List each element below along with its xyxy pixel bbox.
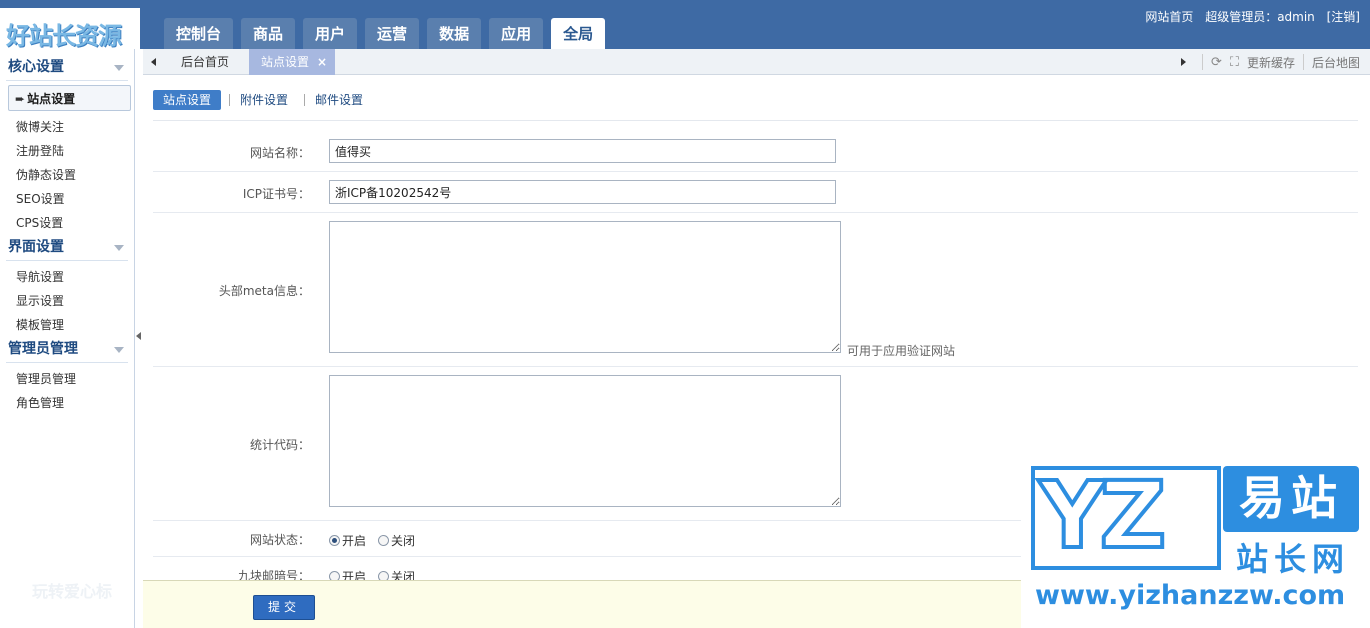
meta-label: 头部meta信息： bbox=[218, 284, 310, 298]
site-name-label: 网站名称： bbox=[249, 146, 310, 160]
stats-textarea[interactable] bbox=[329, 375, 841, 507]
watermark-yi-badge: 易站 bbox=[1223, 466, 1359, 532]
sidebar-item-rewrite[interactable]: 伪静态设置 bbox=[0, 163, 134, 187]
sidebar-group-core[interactable]: 核心设置 bbox=[6, 55, 128, 81]
page-tab-label: 站点设置 bbox=[261, 55, 310, 69]
subtab-mail[interactable]: 邮件设置 bbox=[307, 90, 371, 110]
sidebar-item-label: 站点设置 bbox=[27, 92, 76, 106]
status-label: 网站状态： bbox=[249, 533, 310, 547]
chevron-down-icon bbox=[114, 65, 124, 71]
icp-input[interactable] bbox=[329, 180, 836, 204]
sidebar-collapse-handle[interactable] bbox=[135, 330, 143, 344]
radio-unchecked[interactable] bbox=[378, 535, 390, 546]
top-nav: 控制台 商品 用户 运营 数据 应用 全局 bbox=[164, 18, 613, 49]
sidebar-item-display[interactable]: 显示设置 bbox=[0, 289, 134, 313]
form-row-icp: ICP证书号： bbox=[153, 172, 1358, 213]
meta-hint: 可用于应用验证网站 bbox=[847, 344, 956, 358]
topnav-tab-apps[interactable]: 应用 bbox=[489, 18, 544, 49]
radio-checked[interactable] bbox=[329, 535, 340, 546]
refresh-icon[interactable]: ⟳ bbox=[1211, 55, 1222, 70]
sidebar-group-title: 管理员管理 bbox=[8, 341, 78, 357]
watermark-zzw-text: 站长网 bbox=[1235, 540, 1350, 578]
sidebar-item-templates[interactable]: 模板管理 bbox=[0, 313, 134, 337]
sidebar-item-site-settings[interactable]: ➨ 站点设置 bbox=[8, 85, 131, 111]
top-header: 好站长资源 控制台 商品 用户 运营 数据 应用 全局 网站首页 超级管理员：a… bbox=[0, 0, 1370, 50]
settings-subtabs: 站点设置 附件设置 邮件设置 bbox=[153, 90, 371, 110]
logo-text: 好站长资源 bbox=[6, 21, 122, 50]
meta-textarea[interactable] bbox=[329, 221, 841, 353]
faint-watermark-text: 玩转爱心标 bbox=[32, 582, 113, 601]
status-on-option[interactable]: 开启 bbox=[329, 532, 366, 549]
arrow-right-icon: ➨ bbox=[15, 92, 26, 106]
sidebar-item-admin-manage[interactable]: 管理员管理 bbox=[0, 367, 134, 391]
divider bbox=[304, 94, 306, 106]
submit-button[interactable]: 提交 bbox=[253, 595, 315, 620]
watermark-yz-text: YZ bbox=[1037, 462, 1168, 569]
sidebar-group-title: 界面设置 bbox=[8, 239, 64, 255]
status-off-option[interactable]: 关闭 bbox=[378, 532, 415, 549]
scroll-right-icon[interactable] bbox=[1180, 58, 1186, 66]
watermark-logo: YZ 易站 站长网 www.yizhanzzw.com bbox=[1021, 462, 1370, 628]
fullscreen-icon[interactable]: ⛶ bbox=[1230, 55, 1239, 70]
chevron-down-icon bbox=[114, 245, 124, 251]
site-home-link[interactable]: 网站首页 bbox=[1145, 10, 1193, 24]
top-right-links: 网站首页 超级管理员：admin [注销] bbox=[1137, 8, 1360, 25]
sidebar-item-roles[interactable]: 角色管理 bbox=[0, 391, 134, 415]
form-row-site-name: 网站名称： bbox=[153, 131, 1358, 172]
divider bbox=[1201, 54, 1203, 70]
topnav-tab-console[interactable]: 控制台 bbox=[164, 18, 234, 49]
subtab-site[interactable]: 站点设置 bbox=[153, 90, 222, 110]
stats-label: 统计代码： bbox=[249, 438, 310, 452]
radio-label: 关闭 bbox=[391, 534, 416, 548]
sidebar: 核心设置 ➨ 站点设置 微博关注 注册登陆 伪静态设置 SEO设置 CPS设置 界… bbox=[0, 49, 135, 628]
logo[interactable]: 好站长资源 bbox=[0, 8, 140, 50]
topnav-tab-goods[interactable]: 商品 bbox=[241, 18, 296, 49]
sidebar-group-admins[interactable]: 管理员管理 bbox=[6, 337, 128, 363]
sidebar-item-weibo[interactable]: 微博关注 bbox=[0, 115, 134, 139]
page-tab-bar: 后台首页 站点设置 × ⟳ ⛶ 更新缓存 后台地图 bbox=[143, 49, 1370, 75]
icp-label: ICP证书号： bbox=[242, 187, 310, 201]
admin-role-label: 超级管理员：admin bbox=[1205, 10, 1315, 24]
topnav-tab-data[interactable]: 数据 bbox=[427, 18, 482, 49]
sidebar-item-cps[interactable]: CPS设置 bbox=[0, 211, 134, 235]
divider bbox=[1302, 54, 1304, 70]
chevron-down-icon bbox=[114, 347, 124, 353]
logout-link[interactable]: [注销] bbox=[1327, 10, 1360, 24]
form-row-meta: 头部meta信息： 可用于应用验证网站 bbox=[153, 213, 1358, 367]
sidebar-item-nav[interactable]: 导航设置 bbox=[0, 265, 134, 289]
sidebar-item-register[interactable]: 注册登陆 bbox=[0, 139, 134, 163]
topnav-tab-global[interactable]: 全局 bbox=[551, 18, 606, 49]
scroll-left-icon[interactable] bbox=[151, 58, 156, 66]
watermark-url: www.yizhanzzw.com bbox=[1035, 580, 1346, 611]
close-icon[interactable]: × bbox=[317, 49, 327, 75]
radio-label: 开启 bbox=[342, 534, 367, 548]
divider bbox=[153, 120, 1358, 121]
divider bbox=[229, 94, 231, 106]
subtab-attachments[interactable]: 附件设置 bbox=[232, 90, 296, 110]
sitemap-link[interactable]: 后台地图 bbox=[1312, 54, 1360, 71]
page-tab-home[interactable]: 后台首页 bbox=[169, 49, 241, 75]
site-name-input[interactable] bbox=[329, 139, 836, 163]
refresh-cache-link[interactable]: 更新缓存 bbox=[1247, 54, 1295, 71]
tab-bar-tools: ⟳ ⛶ 更新缓存 后台地图 bbox=[1180, 49, 1360, 75]
topnav-tab-operation[interactable]: 运营 bbox=[365, 18, 420, 49]
sidebar-group-interface[interactable]: 界面设置 bbox=[6, 235, 128, 261]
sidebar-item-seo[interactable]: SEO设置 bbox=[0, 187, 134, 211]
status-radio-group: 开启 关闭 bbox=[329, 532, 427, 549]
page-tab-site-settings[interactable]: 站点设置 × bbox=[249, 49, 336, 75]
topnav-tab-users[interactable]: 用户 bbox=[303, 18, 358, 49]
sidebar-group-title: 核心设置 bbox=[8, 59, 64, 75]
